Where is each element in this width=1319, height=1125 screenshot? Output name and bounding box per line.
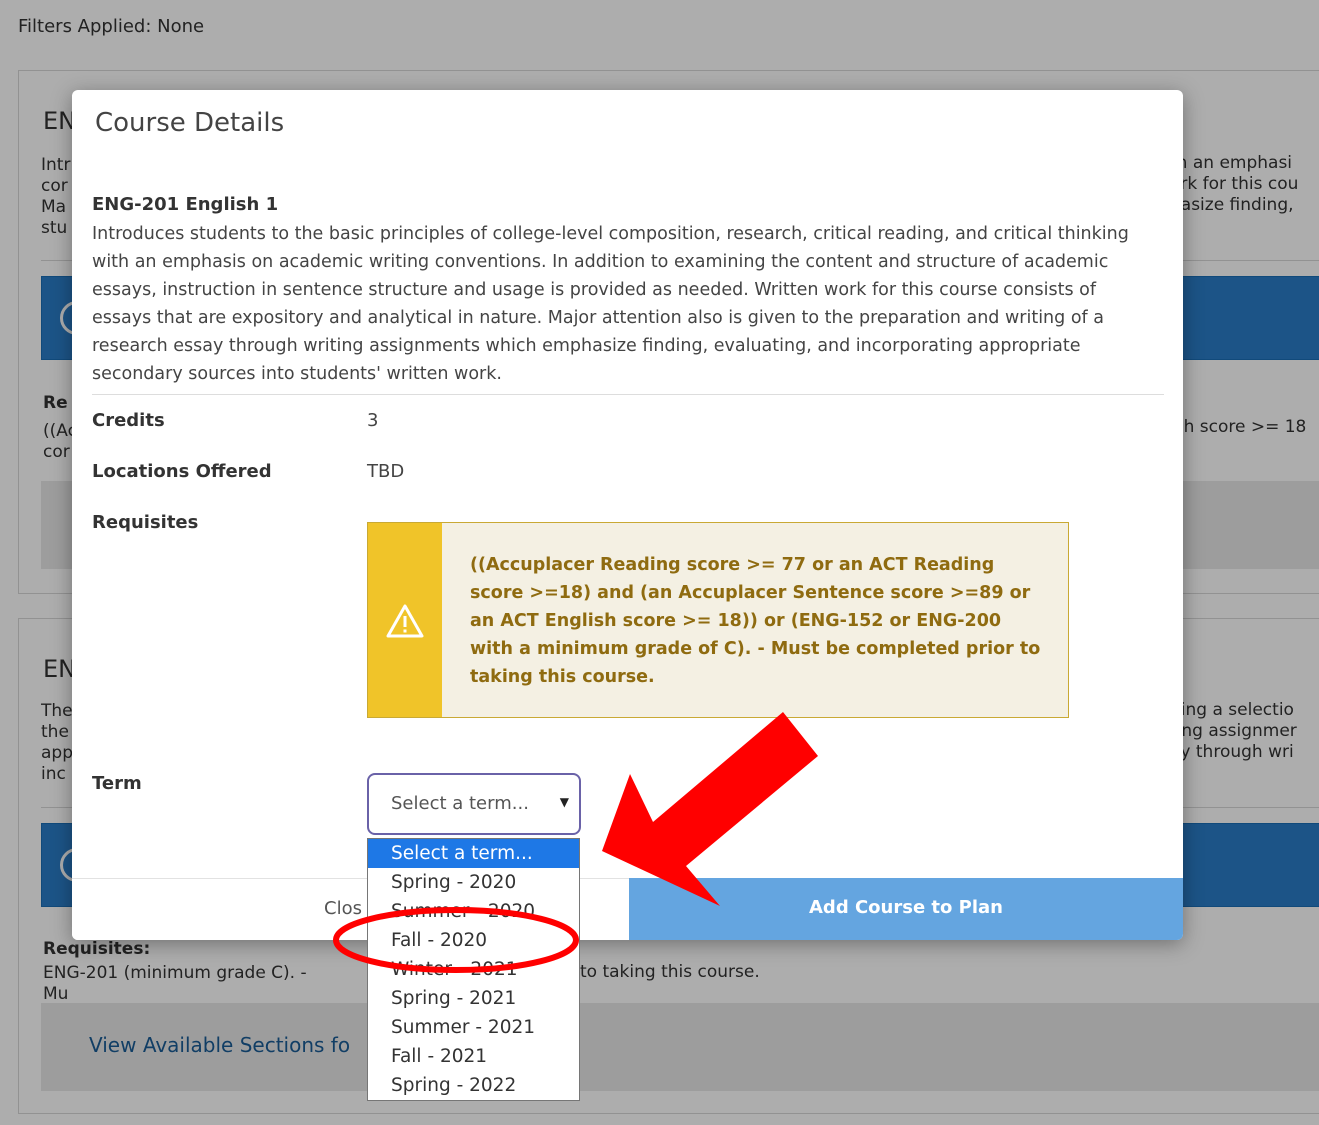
term-option[interactable]: Winter - 2021 (368, 955, 579, 984)
requisites-text: ((Accuplacer Reading score >= 77 or an A… (470, 555, 1041, 687)
term-option[interactable]: Summer - 2020 (368, 897, 579, 926)
credits-value: 3 (367, 410, 379, 431)
term-option[interactable]: Spring - 2020 (368, 868, 579, 897)
requisites-label: Requisites (92, 512, 199, 533)
locations-label: Locations Offered (92, 461, 272, 482)
term-option[interactable]: Summer - 2021 (368, 1013, 579, 1042)
modal-footer: Clos Add Course to Plan (72, 878, 1183, 940)
course-name: ENG-201 English 1 (92, 194, 279, 215)
add-course-button-label: Add Course to Plan (809, 897, 1003, 918)
term-option[interactable]: Spring - 2022 (368, 1071, 579, 1100)
add-course-to-plan-button[interactable]: Add Course to Plan (629, 878, 1183, 940)
locations-value: TBD (367, 461, 405, 482)
term-option[interactable]: Spring - 2021 (368, 984, 579, 1013)
term-select[interactable]: Select a term... ▼ (367, 773, 581, 835)
term-option[interactable]: Fall - 2020 (368, 926, 579, 955)
term-select-value: Select a term... (391, 793, 529, 814)
divider (92, 394, 1164, 395)
warning-icon (386, 604, 424, 638)
course-details-modal: Course Details ENG-201 English 1 Introdu… (72, 90, 1183, 940)
course-description: Introduces students to the basic princip… (92, 224, 1129, 384)
term-label: Term (92, 773, 142, 794)
term-option[interactable]: Fall - 2021 (368, 1042, 579, 1071)
caret-down-icon: ▼ (559, 795, 569, 809)
modal-title: Course Details (95, 108, 285, 138)
credits-label: Credits (92, 410, 165, 431)
term-dropdown-list: Select a term... Spring - 2020 Summer - … (367, 838, 580, 1101)
term-option[interactable]: Select a term... (368, 839, 579, 868)
requisites-warning-box: ((Accuplacer Reading score >= 77 or an A… (367, 522, 1069, 718)
close-button-label: Clos (324, 898, 362, 919)
